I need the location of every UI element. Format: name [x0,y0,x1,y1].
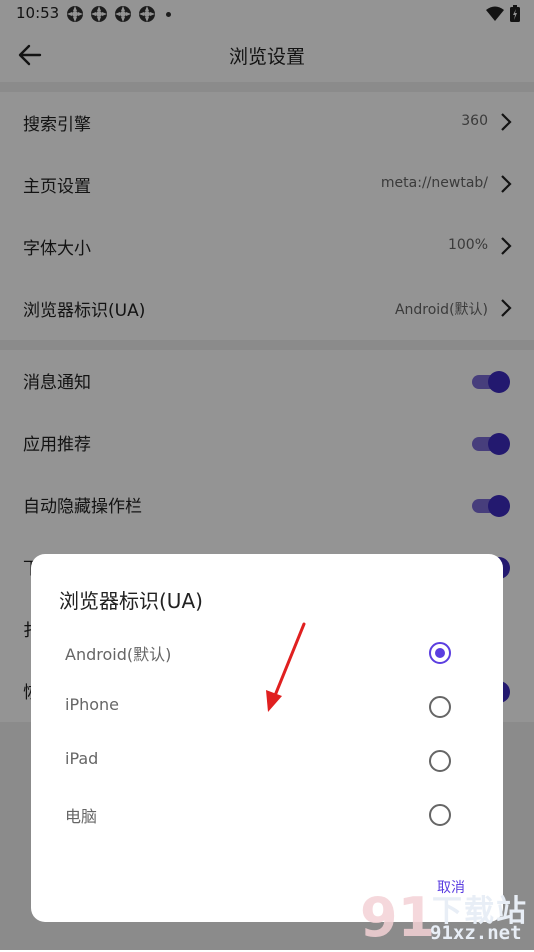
radio-unchecked-icon[interactable] [429,750,451,772]
svg-text:91: 91 [360,886,432,948]
radio-unchecked-icon[interactable] [429,804,451,826]
annotation-arrow-icon [266,622,306,712]
watermark-logo-icon: 91 [360,886,435,949]
ua-option-desktop[interactable]: 电脑 [31,788,503,842]
option-label: iPhone [65,695,120,714]
option-label: iPad [65,749,99,768]
radio-unchecked-icon[interactable] [429,696,451,718]
option-label: Android(默认) [65,645,172,664]
option-label: 电脑 [65,807,98,826]
ua-option-ipad[interactable]: iPad [31,734,503,788]
watermark-site: 91xz.net [430,922,522,944]
watermark: 91 下载站 91xz.net [360,886,530,949]
user-agent-dialog: 浏览器标识(UA) Android(默认) iPhone iPad 电脑 取消 [31,554,503,922]
radio-checked-icon[interactable] [429,642,451,664]
dialog-title: 浏览器标识(UA) [59,589,203,613]
